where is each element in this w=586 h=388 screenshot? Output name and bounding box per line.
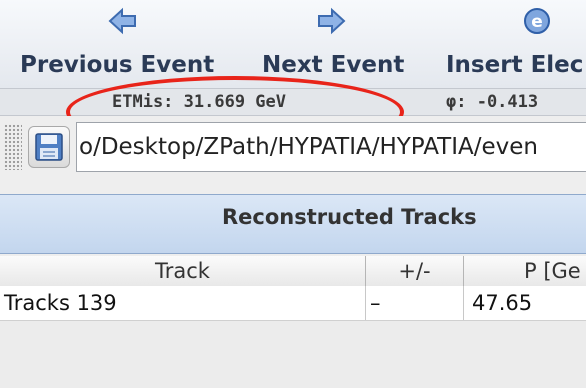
table-empty-area xyxy=(0,321,586,388)
column-header-charge[interactable]: +/- xyxy=(366,256,464,286)
drag-grip-handle[interactable] xyxy=(4,124,22,170)
previous-event-label: Previous Event xyxy=(20,52,215,78)
insert-electron-label: Insert Elec xyxy=(446,52,584,78)
arrow-left-icon xyxy=(108,7,136,35)
toolbar: Previous Event Next Event e Insert Elec xyxy=(0,0,586,88)
panel-title: Reconstructed Tracks xyxy=(222,205,477,229)
path-row: o/Desktop/ZPath/HYPATIA/HYPATIA/even xyxy=(0,116,586,178)
tracks-table-header: Track +/- P [Ge xyxy=(0,256,586,287)
cell-charge: – xyxy=(366,286,464,320)
cell-track: Tracks 139 xyxy=(0,286,366,320)
floppy-disk-icon xyxy=(35,133,63,161)
column-header-momentum[interactable]: P [Ge xyxy=(464,256,586,286)
status-bar: ETMis: 31.669 GeV φ: -0.413 xyxy=(0,88,586,116)
etmis-readout: ETMis: 31.669 GeV xyxy=(112,92,286,112)
save-button[interactable] xyxy=(28,126,70,168)
column-header-track[interactable]: Track xyxy=(0,256,366,286)
panel-header: Reconstructed Tracks xyxy=(0,194,586,254)
phi-readout: φ: -0.413 xyxy=(446,92,539,112)
cell-momentum: 47.65 xyxy=(472,291,533,315)
table-row[interactable]: Tracks 139 – 47.65 xyxy=(0,286,586,321)
svg-text:e: e xyxy=(531,12,543,32)
file-path-field[interactable]: o/Desktop/ZPath/HYPATIA/HYPATIA/even xyxy=(76,122,586,172)
electron-e-icon: e xyxy=(524,8,550,34)
arrow-right-icon xyxy=(318,7,346,35)
next-event-label: Next Event xyxy=(262,52,405,78)
